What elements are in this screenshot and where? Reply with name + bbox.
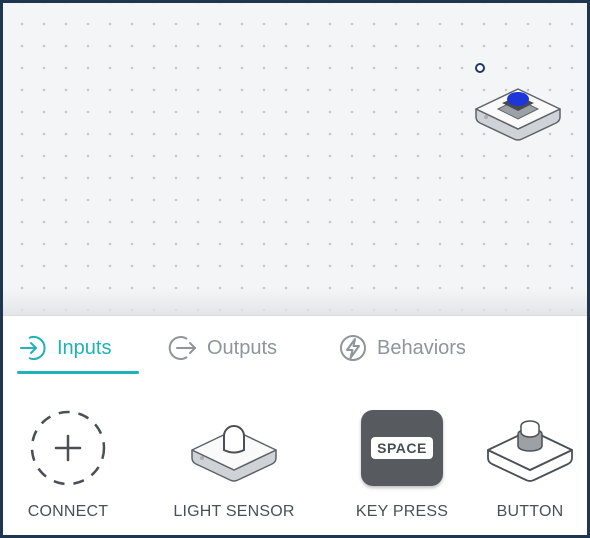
tab-behaviors-label: Behaviors bbox=[377, 336, 466, 359]
palette-item-light-sensor[interactable]: LIGHT SENSOR bbox=[169, 398, 299, 528]
component-panel: Inputs Outputs Behaviors CONNECT LIGHT S… bbox=[3, 315, 587, 535]
canvas-button-node[interactable] bbox=[468, 51, 568, 151]
palette-label-key-press: KEY PRESS bbox=[355, 503, 449, 520]
tab-outputs-label: Outputs bbox=[207, 336, 278, 359]
category-tabs: Inputs Outputs Behaviors bbox=[3, 316, 587, 376]
button-device-icon bbox=[475, 63, 561, 141]
palette-label-connect: CONNECT bbox=[27, 503, 109, 520]
arrow-out-of-circle-icon bbox=[168, 336, 196, 360]
port-circle-icon bbox=[475, 63, 485, 73]
palette-item-connect[interactable]: CONNECT bbox=[3, 398, 133, 528]
tab-behaviors[interactable]: Behaviors bbox=[337, 328, 466, 368]
palette-item-button[interactable]: BUTTON bbox=[465, 398, 587, 528]
key-press-key-text: SPACE bbox=[371, 437, 433, 459]
canvas-edge-shadow bbox=[3, 289, 587, 315]
space-key-icon: SPACE bbox=[361, 410, 443, 486]
button-cap-accent bbox=[507, 92, 529, 106]
palette-item-key-press[interactable]: SPACE KEY PRESS bbox=[337, 398, 467, 528]
tab-inputs-label: Inputs bbox=[57, 336, 112, 359]
tab-outputs[interactable]: Outputs bbox=[167, 328, 277, 368]
arrow-into-circle-icon bbox=[20, 336, 46, 360]
tab-inputs[interactable]: Inputs bbox=[17, 328, 111, 368]
palette-label-button: BUTTON bbox=[496, 503, 564, 520]
light-sensor-icon bbox=[191, 425, 277, 482]
active-tab-indicator bbox=[17, 371, 139, 374]
lightning-bolt-icon bbox=[340, 335, 366, 361]
app-window: Inputs Outputs Behaviors CONNECT LIGHT S… bbox=[0, 0, 590, 538]
palette-label-light-sensor: LIGHT SENSOR bbox=[173, 503, 295, 520]
workspace-canvas[interactable] bbox=[3, 3, 587, 315]
button-device-icon bbox=[487, 420, 573, 482]
plus-dashed-circle-icon bbox=[30, 410, 106, 486]
